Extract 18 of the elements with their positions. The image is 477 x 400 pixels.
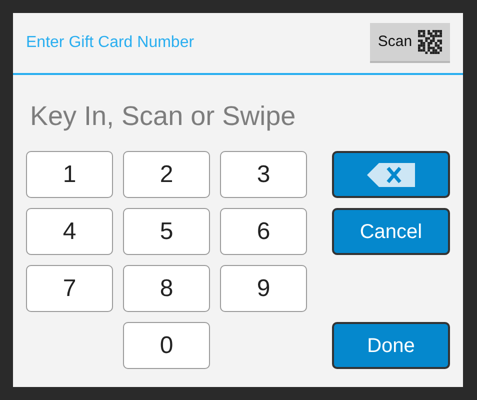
- keypad-key[interactable]: 6: [220, 208, 307, 255]
- keypad-key[interactable]: 1: [26, 151, 113, 198]
- dialog-title: Enter Gift Card Number: [26, 33, 194, 53]
- backspace-icon: [367, 162, 415, 186]
- keypad-key[interactable]: 2: [123, 151, 210, 198]
- cancel-button[interactable]: Cancel: [332, 208, 450, 255]
- scan-button[interactable]: Scan: [370, 23, 450, 63]
- keypad-key[interactable]: 9: [220, 265, 307, 312]
- done-button[interactable]: Done: [332, 322, 450, 369]
- keypad-key[interactable]: 5: [123, 208, 210, 255]
- keypad-key[interactable]: 3: [220, 151, 307, 198]
- entry-field[interactable]: Key In, Scan or Swipe: [30, 97, 430, 135]
- keypad-key[interactable]: 0: [123, 322, 210, 369]
- keypad-key[interactable]: 7: [26, 265, 113, 312]
- backspace-button[interactable]: [332, 151, 450, 198]
- keypad-key[interactable]: 4: [26, 208, 113, 255]
- keypad-key[interactable]: 8: [123, 265, 210, 312]
- qr-code-icon: [418, 30, 442, 54]
